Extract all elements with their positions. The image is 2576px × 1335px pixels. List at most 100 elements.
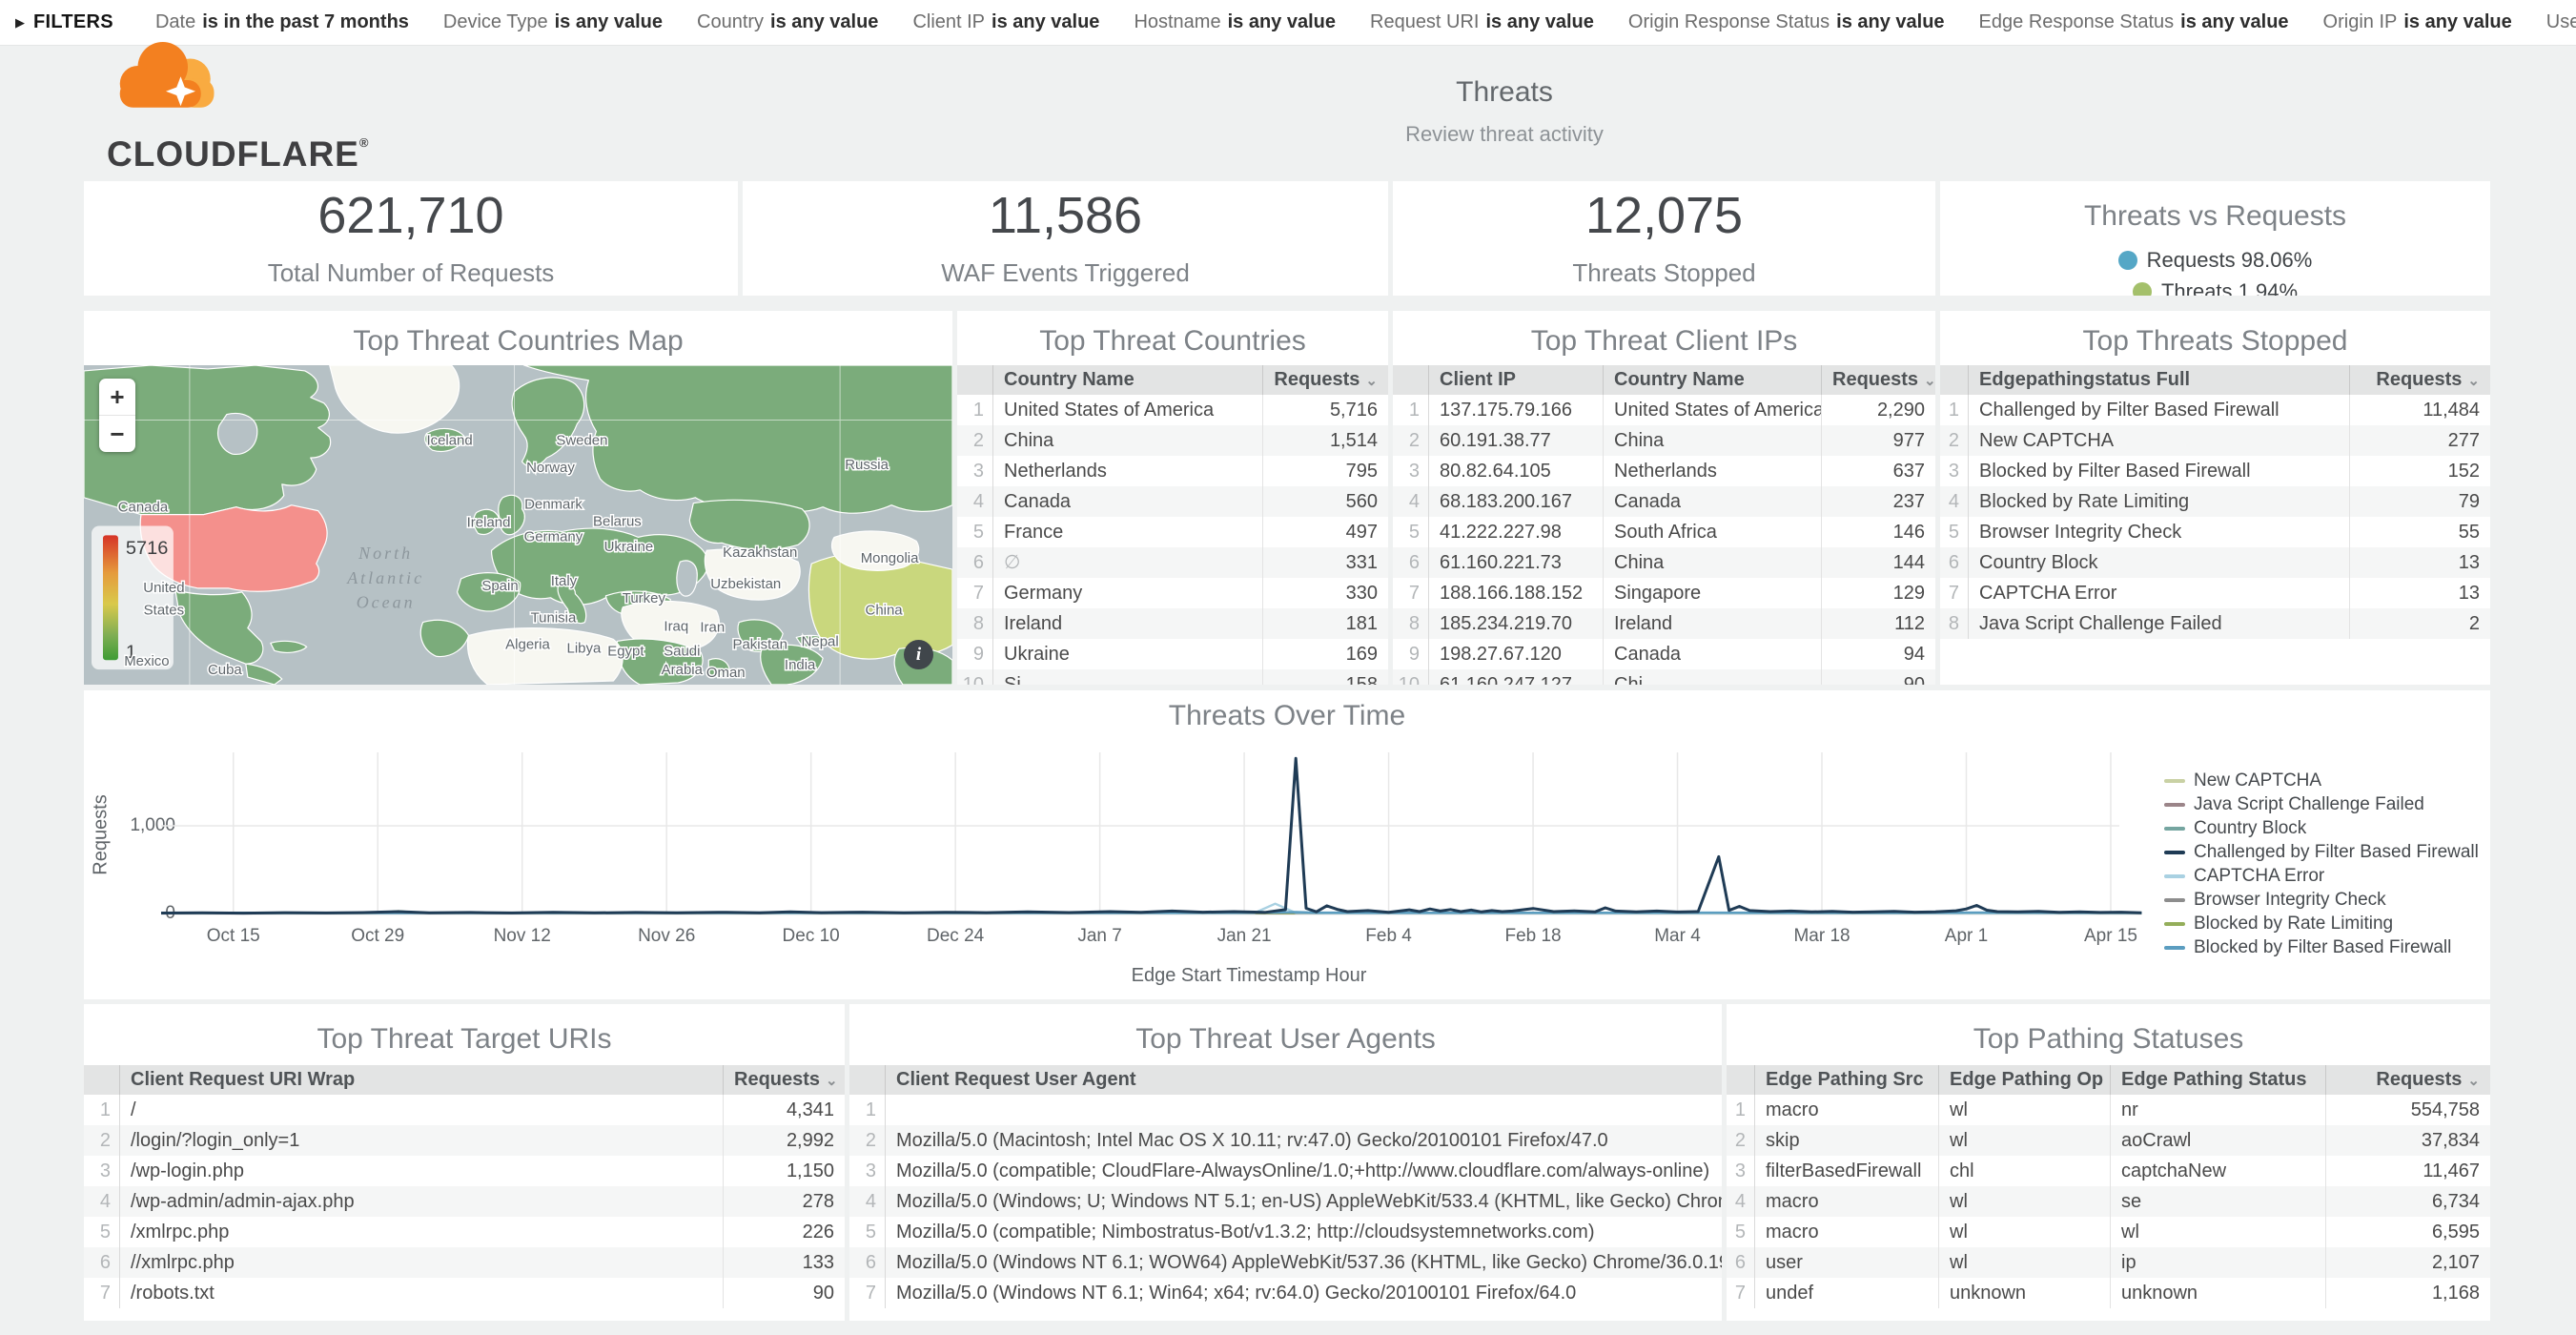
table-cell: macro xyxy=(1755,1095,1938,1125)
filter-item-origin-response-status[interactable]: Origin Response Statusis any value xyxy=(1628,11,1945,33)
table-row[interactable]: 8Ireland181 xyxy=(957,608,1388,639)
column-header-requests[interactable]: Requests⌄ xyxy=(723,1065,845,1095)
table-row[interactable]: 7undefunknownunknown1,168 xyxy=(1727,1278,2490,1308)
filter-item-request-uri[interactable]: Request URIis any value xyxy=(1370,11,1594,33)
table-row[interactable]: 10Si158 xyxy=(957,669,1388,685)
table-row[interactable]: 380.82.64.105Netherlands637 xyxy=(1393,456,1935,486)
legend-swatch-icon xyxy=(2164,827,2185,831)
table-row[interactable]: 2New CAPTCHA277 xyxy=(1940,425,2490,456)
table-row[interactable]: 3Mozilla/5.0 (compatible; CloudFlare-Alw… xyxy=(849,1156,1722,1186)
table-row[interactable]: 3filterBasedFirewallchlcaptchaNew11,467 xyxy=(1727,1156,2490,1186)
column-header-edge-pathing-op[interactable]: Edge Pathing Op xyxy=(1938,1065,2110,1095)
table-cell: Ukraine xyxy=(993,639,1262,669)
table-row[interactable]: 541.222.227.98South Africa146 xyxy=(1393,517,1935,547)
filter-item-client-ip[interactable]: Client IPis any value xyxy=(912,11,1099,33)
table-row[interactable]: 7/robots.txt90 xyxy=(84,1278,845,1308)
country-label-mongolia: Mongolia xyxy=(861,550,919,566)
filter-item-hostname[interactable]: Hostnameis any value xyxy=(1134,11,1336,33)
map-info-button[interactable]: i xyxy=(904,640,933,669)
table-row[interactable]: 7188.166.188.152Singapore129 xyxy=(1393,578,1935,608)
table-row[interactable]: 260.191.38.77China977 xyxy=(1393,425,1935,456)
column-header-country-name[interactable]: Country Name xyxy=(1603,365,1821,395)
table-row[interactable]: 1macrowlnr554,758 xyxy=(1727,1095,2490,1125)
table-row[interactable]: 1137.175.79.166United States of America2… xyxy=(1393,395,1935,425)
table-cell: 2,290 xyxy=(1821,395,1935,425)
filter-item-device-type[interactable]: Device Typeis any value xyxy=(443,11,663,33)
table-row[interactable]: 5macrowlwl6,595 xyxy=(1727,1217,2490,1247)
table-row[interactable]: 6//xmlrpc.php133 xyxy=(84,1247,845,1278)
table-row[interactable]: 1United States of America5,716 xyxy=(957,395,1388,425)
column-header-edge-pathing-src[interactable]: Edge Pathing Src xyxy=(1755,1065,1938,1095)
country-label-denmark: Denmark xyxy=(524,497,583,513)
table-cell: South Africa xyxy=(1603,517,1821,547)
table-title: Top Threat Target URIs xyxy=(84,1004,845,1065)
table-row[interactable]: 7CAPTCHA Error13 xyxy=(1940,578,2490,608)
column-header-client-ip[interactable]: Client IP xyxy=(1429,365,1603,395)
x-axis-label: Edge Start Timestamp Hour xyxy=(944,965,1554,987)
country-label-mexico: Mexico xyxy=(124,653,169,669)
table-row[interactable]: 3Blocked by Filter Based Firewall152 xyxy=(1940,456,2490,486)
table-row[interactable]: 2Mozilla/5.0 (Macintosh; Intel Mac OS X … xyxy=(849,1125,1722,1156)
table-row[interactable]: 2skipwlaoCrawl37,834 xyxy=(1727,1125,2490,1156)
filter-item-date[interactable]: Dateis in the past 7 months xyxy=(155,11,409,33)
table-row[interactable]: 3/wp-login.php1,150 xyxy=(84,1156,845,1186)
table-row[interactable]: 468.183.200.167Canada237 xyxy=(1393,486,1935,517)
table-row[interactable]: 5Mozilla/5.0 (compatible; Nimbostratus-B… xyxy=(849,1217,1722,1247)
threat-countries-map[interactable]: 5716 1 NorthAtlanticOceanCanadaUnitedSta… xyxy=(84,365,952,685)
table-row[interactable]: 1/4,341 xyxy=(84,1095,845,1125)
zoom-out-button[interactable]: − xyxy=(99,416,135,452)
ocean-label: Atlantic xyxy=(346,568,424,587)
table-row[interactable]: 8185.234.219.70Ireland112 xyxy=(1393,608,1935,639)
filter-item-edge-response-status[interactable]: Edge Response Statusis any value xyxy=(1979,11,2289,33)
column-header-requests[interactable]: Requests⌄ xyxy=(1821,365,1935,395)
column-header-requests[interactable]: Requests⌄ xyxy=(1262,365,1388,395)
table-row[interactable]: 5/xmlrpc.php226 xyxy=(84,1217,845,1247)
table-row[interactable]: 6Country Block13 xyxy=(1940,547,2490,578)
table-cell: se xyxy=(2110,1186,2325,1217)
table-row[interactable]: 3Netherlands795 xyxy=(957,456,1388,486)
table-row[interactable]: 4Mozilla/5.0 (Windows; U; Windows NT 5.1… xyxy=(849,1186,1722,1217)
zoom-in-button[interactable]: + xyxy=(99,379,135,416)
table-row[interactable]: 6Mozilla/5.0 (Windows NT 6.1; WOW64) App… xyxy=(849,1247,1722,1278)
table-cell: 158 xyxy=(1262,669,1388,685)
table-row[interactable]: 661.160.221.73China144 xyxy=(1393,547,1935,578)
table-cell: captchaNew xyxy=(2110,1156,2325,1186)
column-header-edgepathingstatus-full[interactable]: Edgepathingstatus Full xyxy=(1969,365,2349,395)
table-row[interactable]: 2China1,514 xyxy=(957,425,1388,456)
table-row[interactable]: 8Java Script Challenge Failed2 xyxy=(1940,608,2490,639)
table-row[interactable]: 4/wp-admin/admin-ajax.php278 xyxy=(84,1186,845,1217)
column-header-requests[interactable]: Requests⌄ xyxy=(2349,365,2490,395)
filter-item-country[interactable]: Countryis any value xyxy=(697,11,878,33)
table-row[interactable]: 4Canada560 xyxy=(957,486,1388,517)
table-row[interactable]: 2/login/?login_only=12,992 xyxy=(84,1125,845,1156)
filter-item-user-agent[interactable]: User Agentis any value xyxy=(2546,11,2576,33)
table-cell: China xyxy=(993,425,1262,456)
threats-over-time-chart[interactable] xyxy=(84,690,2490,999)
filter-item-origin-ip[interactable]: Origin IPis any value xyxy=(2323,11,2512,33)
country-label-china: China xyxy=(866,603,904,619)
table-row[interactable]: 6userwlip2,107 xyxy=(1727,1247,2490,1278)
country-label-norway: Norway xyxy=(526,460,575,476)
table-row[interactable]: 9198.27.67.120Canada94 xyxy=(1393,639,1935,669)
table-row[interactable]: 6∅331 xyxy=(957,547,1388,578)
table-row[interactable]: 9Ukraine169 xyxy=(957,639,1388,669)
table-row[interactable]: 1Challenged by Filter Based Firewall11,4… xyxy=(1940,395,2490,425)
table-cell: 6,734 xyxy=(2325,1186,2490,1217)
table-row[interactable]: 5Browser Integrity Check55 xyxy=(1940,517,2490,547)
column-header-country-name[interactable]: Country Name xyxy=(993,365,1262,395)
table-row[interactable]: 4Blocked by Rate Limiting79 xyxy=(1940,486,2490,517)
table-row[interactable]: 1061.160.247.127Chi90 xyxy=(1393,669,1935,685)
table-row[interactable]: 7Germany330 xyxy=(957,578,1388,608)
column-header-client-request-uri-wrap[interactable]: Client Request URI Wrap xyxy=(120,1065,723,1095)
table-cell: Ireland xyxy=(1603,608,1821,639)
top-pathing-statuses-table: Edge Pathing SrcEdge Pathing OpEdge Path… xyxy=(1727,1065,2490,1308)
column-header-edge-pathing-status[interactable]: Edge Pathing Status xyxy=(2110,1065,2325,1095)
column-header-client-request-user-agent[interactable]: Client Request User Agent xyxy=(886,1065,1722,1095)
table-row[interactable]: 4macrowlse6,734 xyxy=(1727,1186,2490,1217)
country-label-ukraine: Ukraine xyxy=(604,539,654,555)
filters-toggle[interactable]: ▶ FILTERS xyxy=(15,11,113,33)
table-row[interactable]: 7Mozilla/5.0 (Windows NT 6.1; Win64; x64… xyxy=(849,1278,1722,1308)
table-row[interactable]: 5France497 xyxy=(957,517,1388,547)
table-row[interactable]: 1 xyxy=(849,1095,1722,1125)
column-header-requests[interactable]: Requests⌄ xyxy=(2325,1065,2490,1095)
